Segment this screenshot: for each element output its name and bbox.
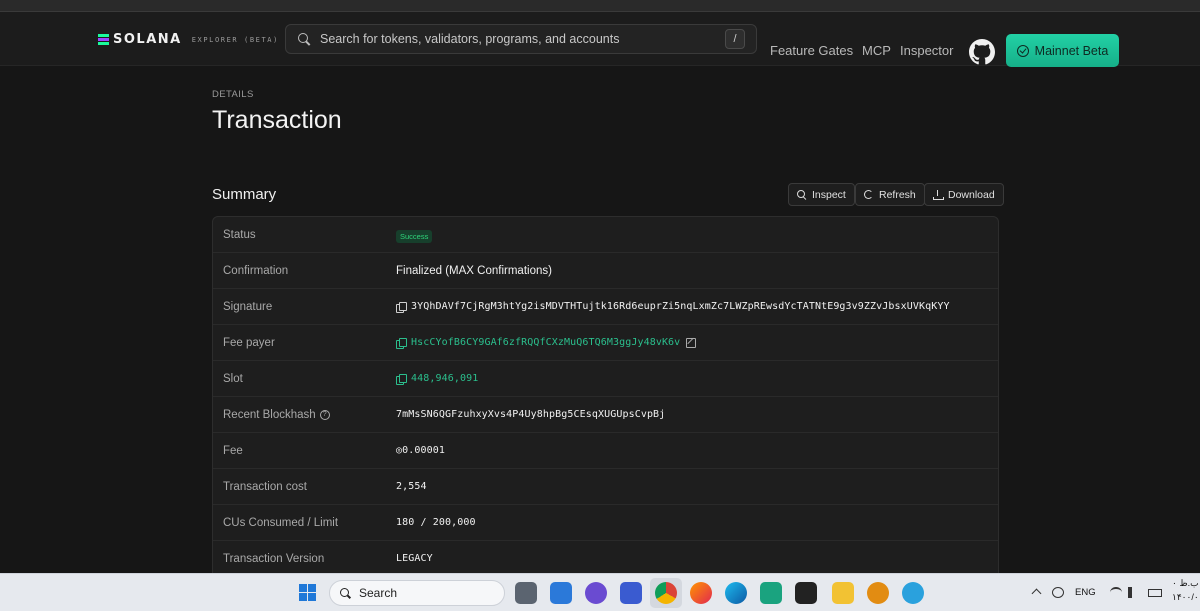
taskbar-search-label: Search [359,586,398,600]
row-label: Confirmation [223,265,289,277]
table-row-cus-consumed: CUs Consumed / Limit 180 / 200,000 [213,505,998,541]
row-label: CUs Consumed / Limit [223,517,339,529]
row-label: Slot [223,373,243,385]
table-row-fee-payer: Fee payer HscCYofB6CY9GAf6zfRQQfCXzMuQ6T… [213,325,998,361]
search-icon [340,587,351,599]
download-button[interactable]: Download [924,183,1004,206]
inspect-icon [797,189,807,200]
table-row-recent-blockhash: Recent Blockhash ? 7mMsSN6QGFzuhxyXvs4P4… [213,397,998,433]
taskbar-search[interactable]: Search [329,580,505,606]
slot-value-group: 448,946,091 [396,373,478,385]
telegram-icon[interactable] [902,582,924,604]
row-label: Signature [223,301,273,313]
search-input[interactable] [320,32,725,46]
signature-value-group: 3YQhDAVf7CjRgM3htYg2isMDVTHTujtk16Rd6eup… [396,301,950,313]
refresh-label: Refresh [879,188,916,201]
table-row-confirmation: Confirmation Finalized (MAX Confirmation… [213,253,998,289]
fee-payer-link[interactable]: HscCYofB6CY9GAf6zfRQQfCXzMuQ6TQ6M3ggJy48… [411,337,680,348]
logo-text: SOLANA [113,32,182,47]
firefox-icon[interactable] [690,582,712,604]
recent-blockhash-value: 7mMsSN6QGFzuhxyXvs4P4Uy8hpBg5CEsqXUGUpsC… [396,409,666,420]
confirmation-value: Finalized (MAX Confirmations) [396,265,552,277]
task-view-icon[interactable] [515,582,537,604]
table-row-status: Status Success [213,217,998,253]
page-eyebrow: DETAILS [212,89,254,100]
battery-icon[interactable] [1148,589,1162,597]
download-icon [933,189,944,200]
refresh-icon [864,189,874,200]
table-row-signature: Signature 3YQhDAVf7CjRgM3htYg2isMDVTHTuj… [213,289,998,325]
check-circle-icon [1016,44,1029,57]
app-icon[interactable] [795,582,817,604]
status-badge: Success [396,230,433,243]
table-row-transaction-cost: Transaction cost 2,554 [213,469,998,505]
copy-icon[interactable] [396,337,407,349]
settings-app-icon[interactable] [620,582,642,604]
nav-link-mcp[interactable]: MCP [862,43,891,58]
network-selector-button[interactable]: Mainnet Beta [1006,34,1119,67]
cus-consumed-value: 180 / 200,000 [396,517,476,528]
row-label: Status [223,229,256,241]
row-label: Transaction Version [223,553,325,565]
nav-link-inspector[interactable]: Inspector [900,43,953,58]
teams-chat-icon[interactable] [585,582,607,604]
volume-icon[interactable] [1128,587,1140,598]
github-icon[interactable] [969,39,995,65]
nav-link-feature-gates[interactable]: Feature Gates [770,43,853,58]
page-title: Transaction [212,106,342,134]
windows-taskbar: Search ENG ب.ظ ۰ ۱۴۰۰/۰ [0,573,1200,611]
solana-logo-icon [98,34,109,45]
edit-icon[interactable] [686,337,697,348]
language-indicator[interactable]: ENG [1075,587,1096,598]
table-row-transaction-version: Transaction Version LEGACY [213,541,998,577]
clock-time[interactable]: ب.ظ ۰ [1172,578,1199,589]
app-icon[interactable] [867,582,889,604]
inspect-label: Inspect [812,188,846,201]
fee-payer-value-group: HscCYofB6CY9GAf6zfRQQfCXzMuQ6TQ6M3ggJy48… [396,337,697,349]
slot-link[interactable]: 448,946,091 [411,373,478,384]
notification-off-icon[interactable] [1052,587,1064,598]
solana-logo[interactable]: SOLANA EXPLORER (BETA) [98,32,279,47]
table-row-slot: Slot 448,946,091 [213,361,998,397]
search-bar[interactable]: / [285,24,757,54]
row-label: Transaction cost [223,481,307,493]
logo-subtitle: EXPLORER (BETA) [191,36,279,44]
download-label: Download [948,188,995,201]
clock-date[interactable]: ۱۴۰۰/۰ [1172,592,1199,603]
chrome-icon[interactable] [655,582,677,604]
table-row-fee: Fee ◎0.00001 [213,433,998,469]
search-icon [297,32,311,46]
copy-icon[interactable] [396,301,407,313]
signature-value: 3YQhDAVf7CjRgM3htYg2isMDVTHTujtk16Rd6eup… [411,301,950,312]
refresh-button[interactable]: Refresh [855,183,925,206]
row-label: Fee payer [223,337,275,349]
transaction-version-value: LEGACY [396,553,433,564]
row-label: Fee [223,445,243,457]
file-explorer-icon[interactable] [832,582,854,604]
widgets-icon[interactable] [550,582,572,604]
search-shortcut-key: / [725,29,745,49]
copy-icon[interactable] [396,373,407,385]
edge-icon[interactable] [725,582,747,604]
inspect-button[interactable]: Inspect [788,183,855,206]
wifi-icon[interactable] [1110,587,1122,598]
network-label: Mainnet Beta [1034,43,1109,58]
navbar: SOLANA EXPLORER (BETA) / Feature Gates M… [0,12,1200,67]
windows-start-icon[interactable] [299,584,316,601]
row-label: Recent Blockhash ? [223,409,330,421]
transaction-cost-value: 2,554 [396,481,427,492]
recent-blockhash-label: Recent Blockhash [223,409,316,421]
chatgpt-icon[interactable] [760,582,782,604]
browser-strip [0,0,1200,12]
help-icon[interactable]: ? [319,410,330,420]
chevron-up-icon[interactable] [1031,588,1042,599]
fee-value: ◎0.00001 [396,445,445,456]
summary-table: Status Success Confirmation Finalized (M… [212,216,999,588]
summary-title: Summary [212,186,277,203]
